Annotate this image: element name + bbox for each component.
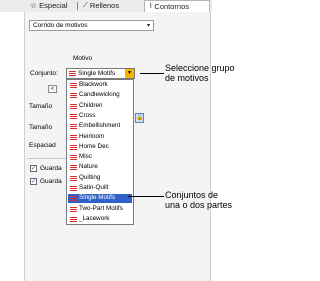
callout-line-select-group (140, 73, 164, 74)
list-item[interactable]: Blackwork (68, 81, 132, 90)
list-item[interactable]: Misc (68, 153, 132, 162)
motif-icon (70, 113, 77, 119)
list-item[interactable]: Home Dec (68, 143, 132, 152)
stitch-type-value: Corrido de motivos (33, 22, 88, 29)
list-item[interactable]: _Lacework (68, 215, 132, 224)
list-item-label: Cross (79, 111, 96, 119)
motif-set-list: Blackwork Candlewicking Children Cross Embel… (66, 79, 134, 225)
contour-icon: ⌇ (149, 2, 153, 10)
list-item-label: Misc (79, 153, 92, 161)
list-item-label: Home Dec (79, 142, 109, 150)
lock-icon[interactable]: 🔒 (135, 113, 144, 123)
list-item[interactable]: Candlewicking (68, 91, 132, 100)
motif-icon (70, 144, 77, 150)
motif-icon (70, 186, 77, 191)
previous-motif-button[interactable]: < (48, 85, 57, 93)
motif-set-dropdown[interactable]: Single Motifs ▼ (66, 68, 135, 79)
list-item-label: Satin-Quilt (79, 184, 109, 191)
tab-especial-label: Especial (39, 1, 68, 10)
motif-icon (70, 134, 77, 140)
list-item[interactable]: Satin-Quilt (68, 184, 132, 193)
check-1-checkbox[interactable]: ✓ (30, 165, 37, 172)
motif-section-title: Motivo (73, 55, 93, 62)
list-item-label: Single Motifs (79, 194, 116, 202)
motif-icon (70, 124, 77, 130)
spacing-label: Espaciad (29, 142, 56, 149)
check-2-label: Guarda (40, 178, 62, 185)
motif-set-value: Single Motifs (78, 70, 116, 77)
motif-icon (70, 93, 77, 99)
star-icon: ☆ (30, 1, 38, 10)
annotation-select-group-line2: de motivos (165, 73, 209, 83)
list-item[interactable]: Embellishment (68, 122, 132, 131)
annotation-select-group-line1: Seleccione grupo (165, 63, 235, 73)
list-item-label: Heirloom (79, 132, 105, 140)
tab-rellenos[interactable]: ⟋ Rellenos (83, 0, 119, 12)
annotation-sets-line2: una o dos partes (165, 200, 233, 210)
list-item-label: Candlewicking (79, 91, 120, 99)
list-item-label: _Lacework (79, 214, 110, 222)
motif-icon (69, 71, 76, 76)
chevron-down-icon: ▾ (146, 23, 150, 29)
annotation-sets-line1: Conjuntos de (165, 190, 219, 200)
list-item[interactable]: Nature (68, 163, 132, 172)
tab-contornos[interactable]: ⌇ Contornos (144, 0, 210, 12)
tab-strip: ☆ Especial ⟋ Rellenos ⌇ Contornos (0, 0, 212, 12)
list-item-label: Nature (79, 163, 98, 171)
motif-icon (70, 206, 77, 212)
list-item[interactable]: Cross (68, 112, 132, 121)
list-item[interactable]: Heirloom (68, 133, 132, 142)
stitch-type-select[interactable]: Corrido de motivos ▾ (29, 20, 154, 31)
list-item[interactable]: Children (68, 102, 132, 111)
list-item-label: Quilting (79, 173, 101, 181)
list-item[interactable]: Quilting (68, 174, 132, 183)
list-item[interactable]: Two-Part Motifs (68, 205, 132, 214)
set-label: Conjunto: (30, 70, 58, 77)
tab-contornos-label: Contornos (154, 1, 190, 11)
motif-icon (70, 83, 77, 88)
list-item-label: Two-Part Motifs (79, 204, 123, 212)
size-label-1: Tamaño (29, 103, 53, 110)
list-item[interactable]: Single Motifs (68, 194, 132, 203)
list-item-label: Children (79, 101, 103, 109)
check-2-checkbox[interactable]: ✓ (30, 178, 37, 185)
chevron-down-icon[interactable]: ▼ (125, 69, 134, 78)
tab-separator (77, 2, 78, 10)
fill-icon: ⟋ (83, 2, 88, 9)
list-item-label: Blackwork (79, 81, 108, 88)
motif-icon (70, 216, 77, 222)
tab-rellenos-label: Rellenos (89, 1, 120, 10)
tab-especial[interactable]: ☆ Especial (30, 0, 68, 12)
divider (27, 158, 67, 159)
motif-icon (70, 175, 77, 181)
motif-icon (70, 103, 77, 109)
motif-icon (70, 165, 77, 171)
size-label-2: Tamaño (29, 124, 53, 131)
motif-icon (70, 155, 77, 161)
list-item-label: Embellishment (79, 122, 121, 130)
check-1-label: Guarda (40, 165, 62, 172)
motif-icon (70, 196, 77, 202)
callout-line-sets (128, 196, 164, 197)
